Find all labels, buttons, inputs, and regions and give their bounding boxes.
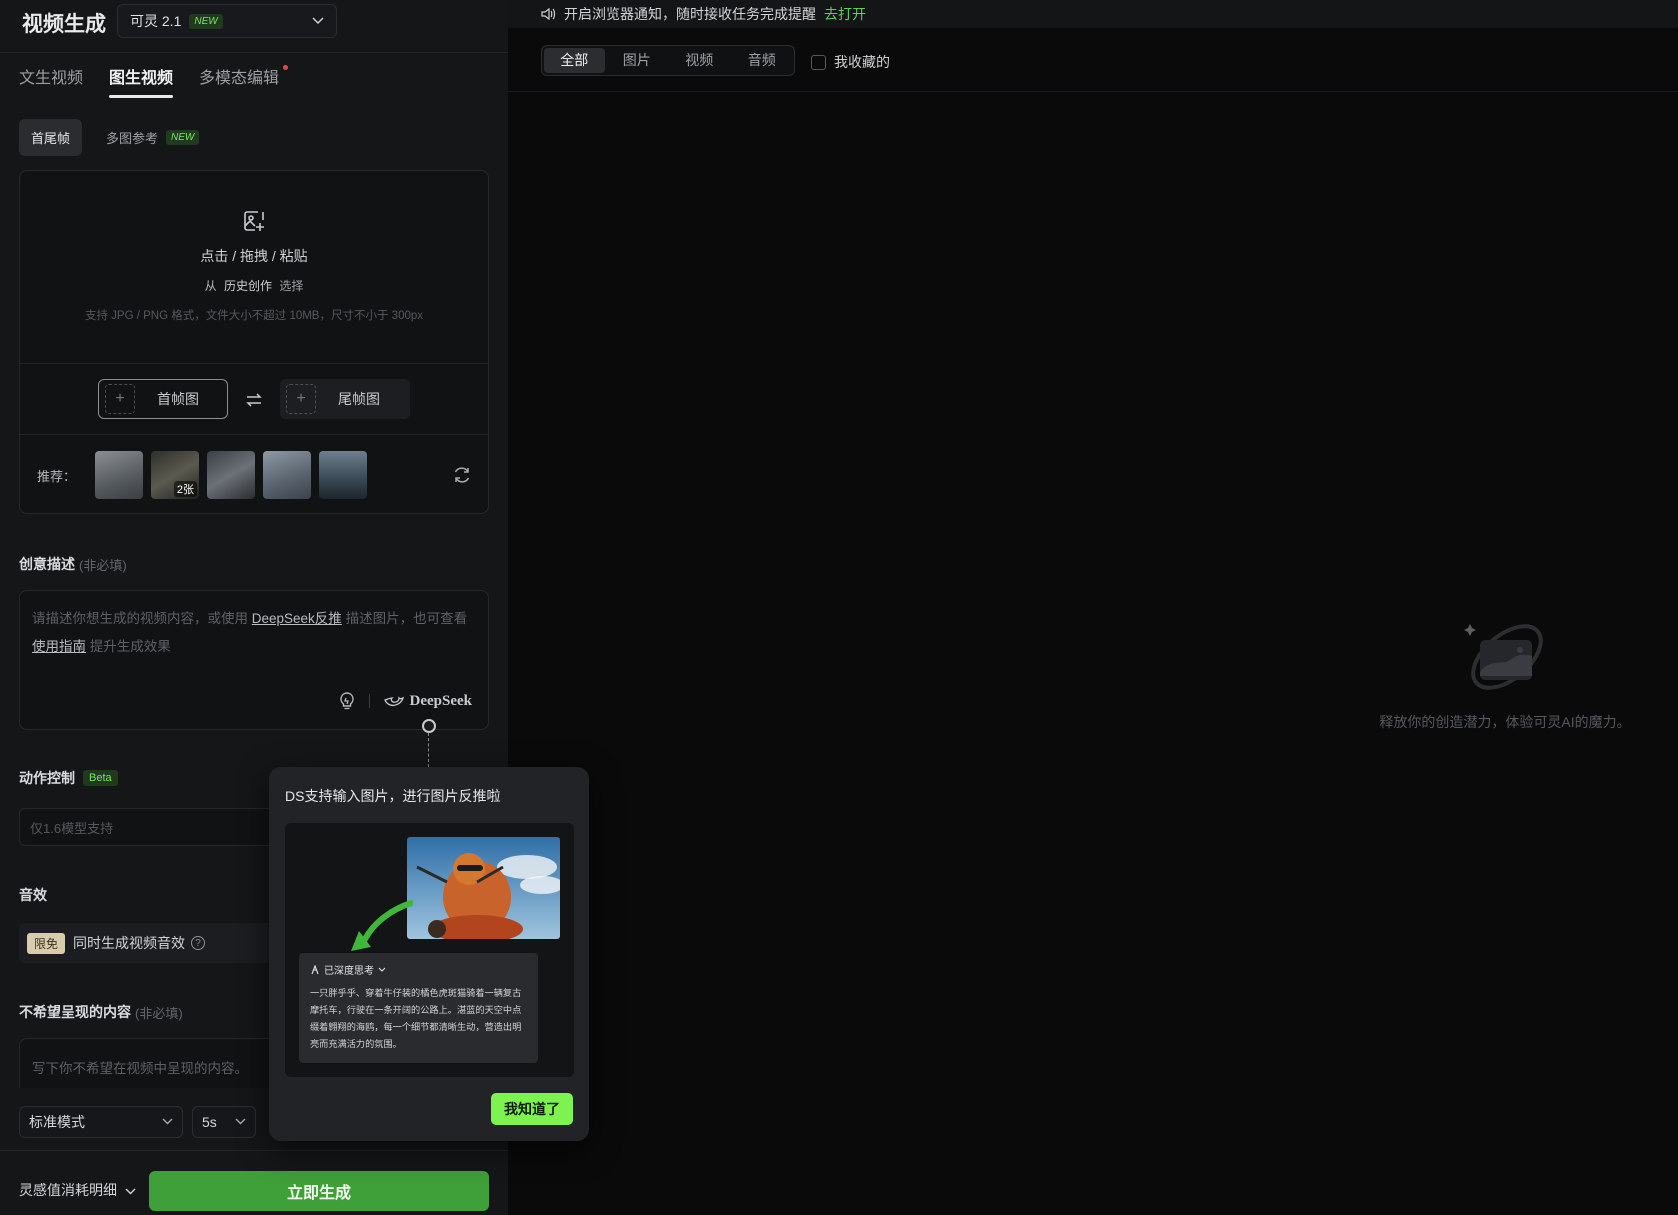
enable-notification-link[interactable]: 去打开 [824,4,866,24]
favorites-checkbox[interactable] [811,54,826,70]
help-icon[interactable]: ? [191,936,206,950]
new-badge: NEW [166,130,200,145]
cost-details-toggle[interactable]: 灵感值消耗明细 [19,1180,136,1200]
tab-image-to-video[interactable]: 图生视频 [109,64,174,98]
usage-guide-link[interactable]: 使用指南 [32,639,86,654]
divider [20,434,488,435]
thinking-icon [311,964,319,974]
header-divider [0,52,508,53]
recommend-thumbnail[interactable] [95,451,143,499]
lightbulb-icon[interactable] [339,692,355,710]
plus-icon: + [286,384,316,414]
speaker-icon [541,7,556,21]
subtabs: 首尾帧 多图参考 NEW [19,119,211,156]
subtab-first-last-frame[interactable]: 首尾帧 [19,119,83,156]
description-tools: DeepSeek [339,687,472,715]
divider [20,363,488,364]
got-it-button[interactable]: 我知道了 [491,1093,573,1125]
mode-tabs: 文生视频 图生视频 多模态编辑 [19,64,289,98]
deepseek-feature-popover: DS支持输入图片，进行图片反推啦 已深度思考 一只胖乎乎、穿着牛仔装的橘色虎斑猫… [269,767,589,1141]
image-count: 2张 [173,481,197,497]
recommend-thumbnail[interactable] [263,451,311,499]
beta-badge: Beta [83,770,118,786]
deepseek-button[interactable]: DeepSeek [383,687,472,715]
recommend-thumbnail[interactable]: 2张 [151,451,199,499]
image-add-icon [244,211,264,231]
image-upload-area[interactable]: 点击 / 拖拽 / 粘贴 从 历史创作 选择 支持 JPG / PNG 格式，文… [19,170,489,514]
deepseek-pin [422,719,436,733]
divider [508,91,1678,92]
favorites-filter[interactable]: 我收藏的 [811,52,890,72]
empty-state-illustration [1464,624,1543,690]
deepseek-reverse-link[interactable]: DeepSeek反推 [252,611,342,626]
negative-prompt-label: 不希望呈现的内容 (非必填) [19,1004,183,1021]
tab-multimodal-edit[interactable]: 多模态编辑 [199,64,289,96]
mode-select[interactable]: 标准模式 [19,1106,183,1138]
upload-hint: 支持 JPG / PNG 格式，文件大小不超过 10MB，尺寸不小于 300px [84,310,424,322]
filter-images[interactable]: 图片 [607,48,668,73]
filter-videos[interactable]: 视频 [669,48,730,73]
filter-all[interactable]: 全部 [544,48,605,73]
deep-thinking-card: 已深度思考 一只胖乎乎、穿着牛仔装的橘色虎斑猫骑着一辆复古摩托车，行驶在一条开阔… [299,953,538,1063]
recommend-thumbnail[interactable] [207,451,255,499]
whale-icon [383,696,404,707]
notification-dot [283,65,289,70]
arrow-icon [351,900,413,951]
first-frame-button[interactable]: + 首帧图 [98,379,228,419]
generate-button[interactable]: 立即生成 [149,1171,489,1211]
chevron-down-icon [312,14,324,28]
upload-from-history: 从 历史创作 选择 [204,279,304,293]
description-input[interactable]: 请描述你想生成的视频内容，或使用 DeepSeek反推 描述图片，也可查看 使用… [19,590,489,730]
description-label: 创意描述 (非必填) [19,556,127,573]
filter-audio[interactable]: 音频 [732,48,793,73]
empty-state-text: 释放你的创造潜力，体验可灵AI的魔力。 [1379,714,1631,730]
divider [368,694,370,708]
model-select[interactable]: 可灵 2.1 NEW [117,4,337,38]
duration-select[interactable]: 5s [192,1106,256,1138]
history-link[interactable]: 历史创作 [224,279,272,293]
chevron-down-icon [125,1188,136,1195]
chevron-down-icon [162,1116,173,1128]
plus-icon: + [105,384,135,414]
popover-demo-image: 已深度思考 一只胖乎乎、穿着牛仔装的橘色虎斑猫骑着一辆复古摩托车，行驶在一条开阔… [285,823,574,1077]
notification-text: 开启浏览器通知，随时接收任务完成提醒 [564,6,816,22]
refresh-icon[interactable] [452,465,472,485]
pin-connector [428,733,429,767]
new-badge: NEW [189,13,223,29]
model-name: 可灵 2.1 [130,13,182,29]
last-frame-button[interactable]: + 尾帧图 [280,379,410,419]
tab-text-to-video[interactable]: 文生视频 [19,64,83,96]
deep-thinking-text: 一只胖乎乎、穿着牛仔装的橘色虎斑猫骑着一辆复古摩托车，行驶在一条开阔的公路上。湛… [310,988,522,1049]
subtab-multi-image[interactable]: 多图参考 NEW [94,119,211,156]
chevron-down-icon [378,967,386,972]
popover-title: DS支持输入图片，进行图片反推啦 [285,788,501,804]
recommend-label: 推荐： [37,469,77,484]
swap-icon[interactable] [245,391,263,409]
sound-effects-text: 同时生成视频音效 [73,935,186,951]
deep-thinking-header: 已深度思考 [310,962,527,977]
asset-filter: 全部 图片 视频 音频 [541,45,795,76]
notification-bar: 开启浏览器通知，随时接收任务完成提醒 去打开 [508,0,1678,28]
page-title: 视频生成 [22,13,106,36]
upload-instructions: 点击 / 拖拽 / 粘贴 [200,248,308,264]
chevron-down-icon [235,1116,246,1128]
sound-effects-label: 音效 [19,887,47,903]
recommend-thumbnail[interactable] [319,451,367,499]
motion-control-label: 动作控制 Beta [19,768,118,788]
free-badge: 限免 [27,932,66,954]
demo-photo [407,837,560,939]
